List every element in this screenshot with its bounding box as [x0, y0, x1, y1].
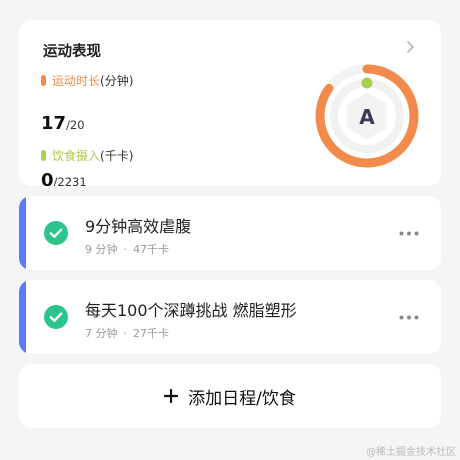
- duration-dot-icon: [41, 75, 46, 86]
- check-circle-icon[interactable]: [44, 305, 68, 329]
- task-title: 9分钟高效虐腹: [85, 217, 192, 236]
- ring-food-marker: [361, 77, 373, 89]
- task-title: 每天100个深蹲挑战 燃脂塑形: [85, 301, 297, 320]
- task-accent-bar: [19, 280, 26, 354]
- add-schedule-button[interactable]: 添加日程/饮食: [19, 364, 441, 428]
- performance-card[interactable]: 运动表现 运动时长 (分钟) 17/20 饮食摄入 (千卡) 0/2231 A: [19, 20, 441, 186]
- food-label: 饮食摄入 (千卡): [41, 147, 133, 164]
- food-dot-icon: [41, 150, 46, 161]
- task-card[interactable]: 每天100个深蹲挑战 燃脂塑形 7 分钟 · 27千卡: [19, 280, 441, 354]
- duration-label: 运动时长 (分钟): [41, 72, 133, 89]
- performance-title: 运动表现: [43, 44, 101, 60]
- chevron-right-icon[interactable]: [401, 38, 419, 56]
- duration-value: 17/20: [41, 113, 85, 134]
- task-card[interactable]: 9分钟高效虐腹 9 分钟 · 47千卡: [19, 196, 441, 270]
- task-accent-bar: [19, 196, 26, 270]
- task-meta: 9 分钟 · 47千卡: [85, 243, 169, 256]
- task-meta: 7 分钟 · 27千卡: [85, 327, 169, 340]
- more-options-icon[interactable]: [399, 231, 419, 236]
- grade-text: A: [359, 105, 375, 129]
- food-value: 0/2231: [41, 170, 87, 186]
- more-options-icon[interactable]: [399, 315, 419, 320]
- add-schedule-label: 添加日程/饮食: [188, 388, 296, 409]
- progress-ring: A: [315, 64, 419, 168]
- check-circle-icon[interactable]: [44, 221, 68, 245]
- watermark: @稀土掘金技术社区: [366, 447, 456, 458]
- plus-icon: [164, 389, 179, 403]
